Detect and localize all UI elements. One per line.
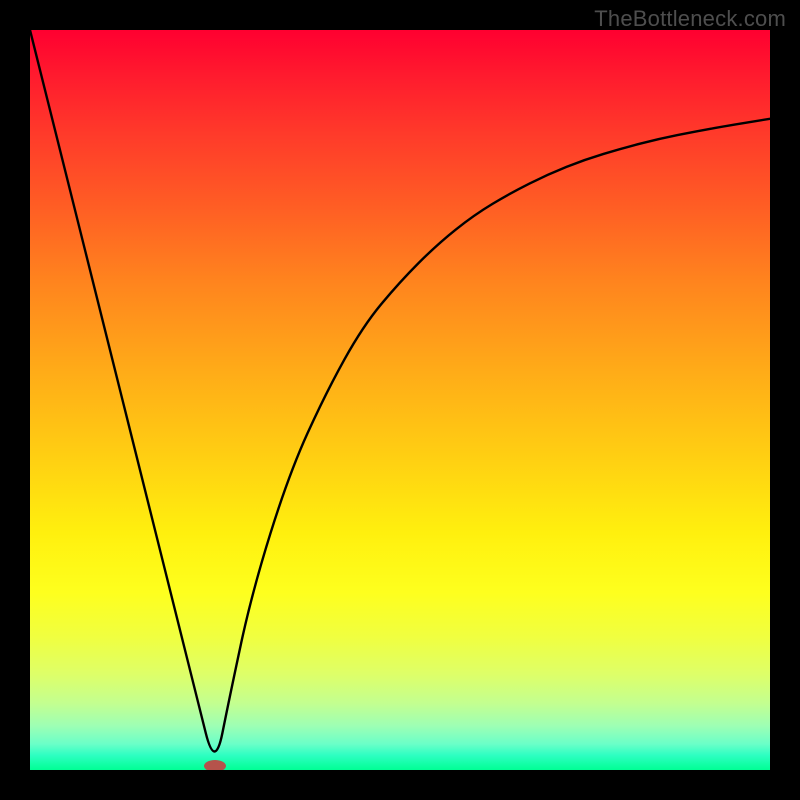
bottleneck-curve-path: [30, 30, 770, 752]
plot-area: [30, 30, 770, 770]
chart-frame: TheBottleneck.com: [0, 0, 800, 800]
watermark-text: TheBottleneck.com: [594, 6, 786, 32]
minimum-marker: [204, 760, 226, 770]
curve-svg: [30, 30, 770, 770]
